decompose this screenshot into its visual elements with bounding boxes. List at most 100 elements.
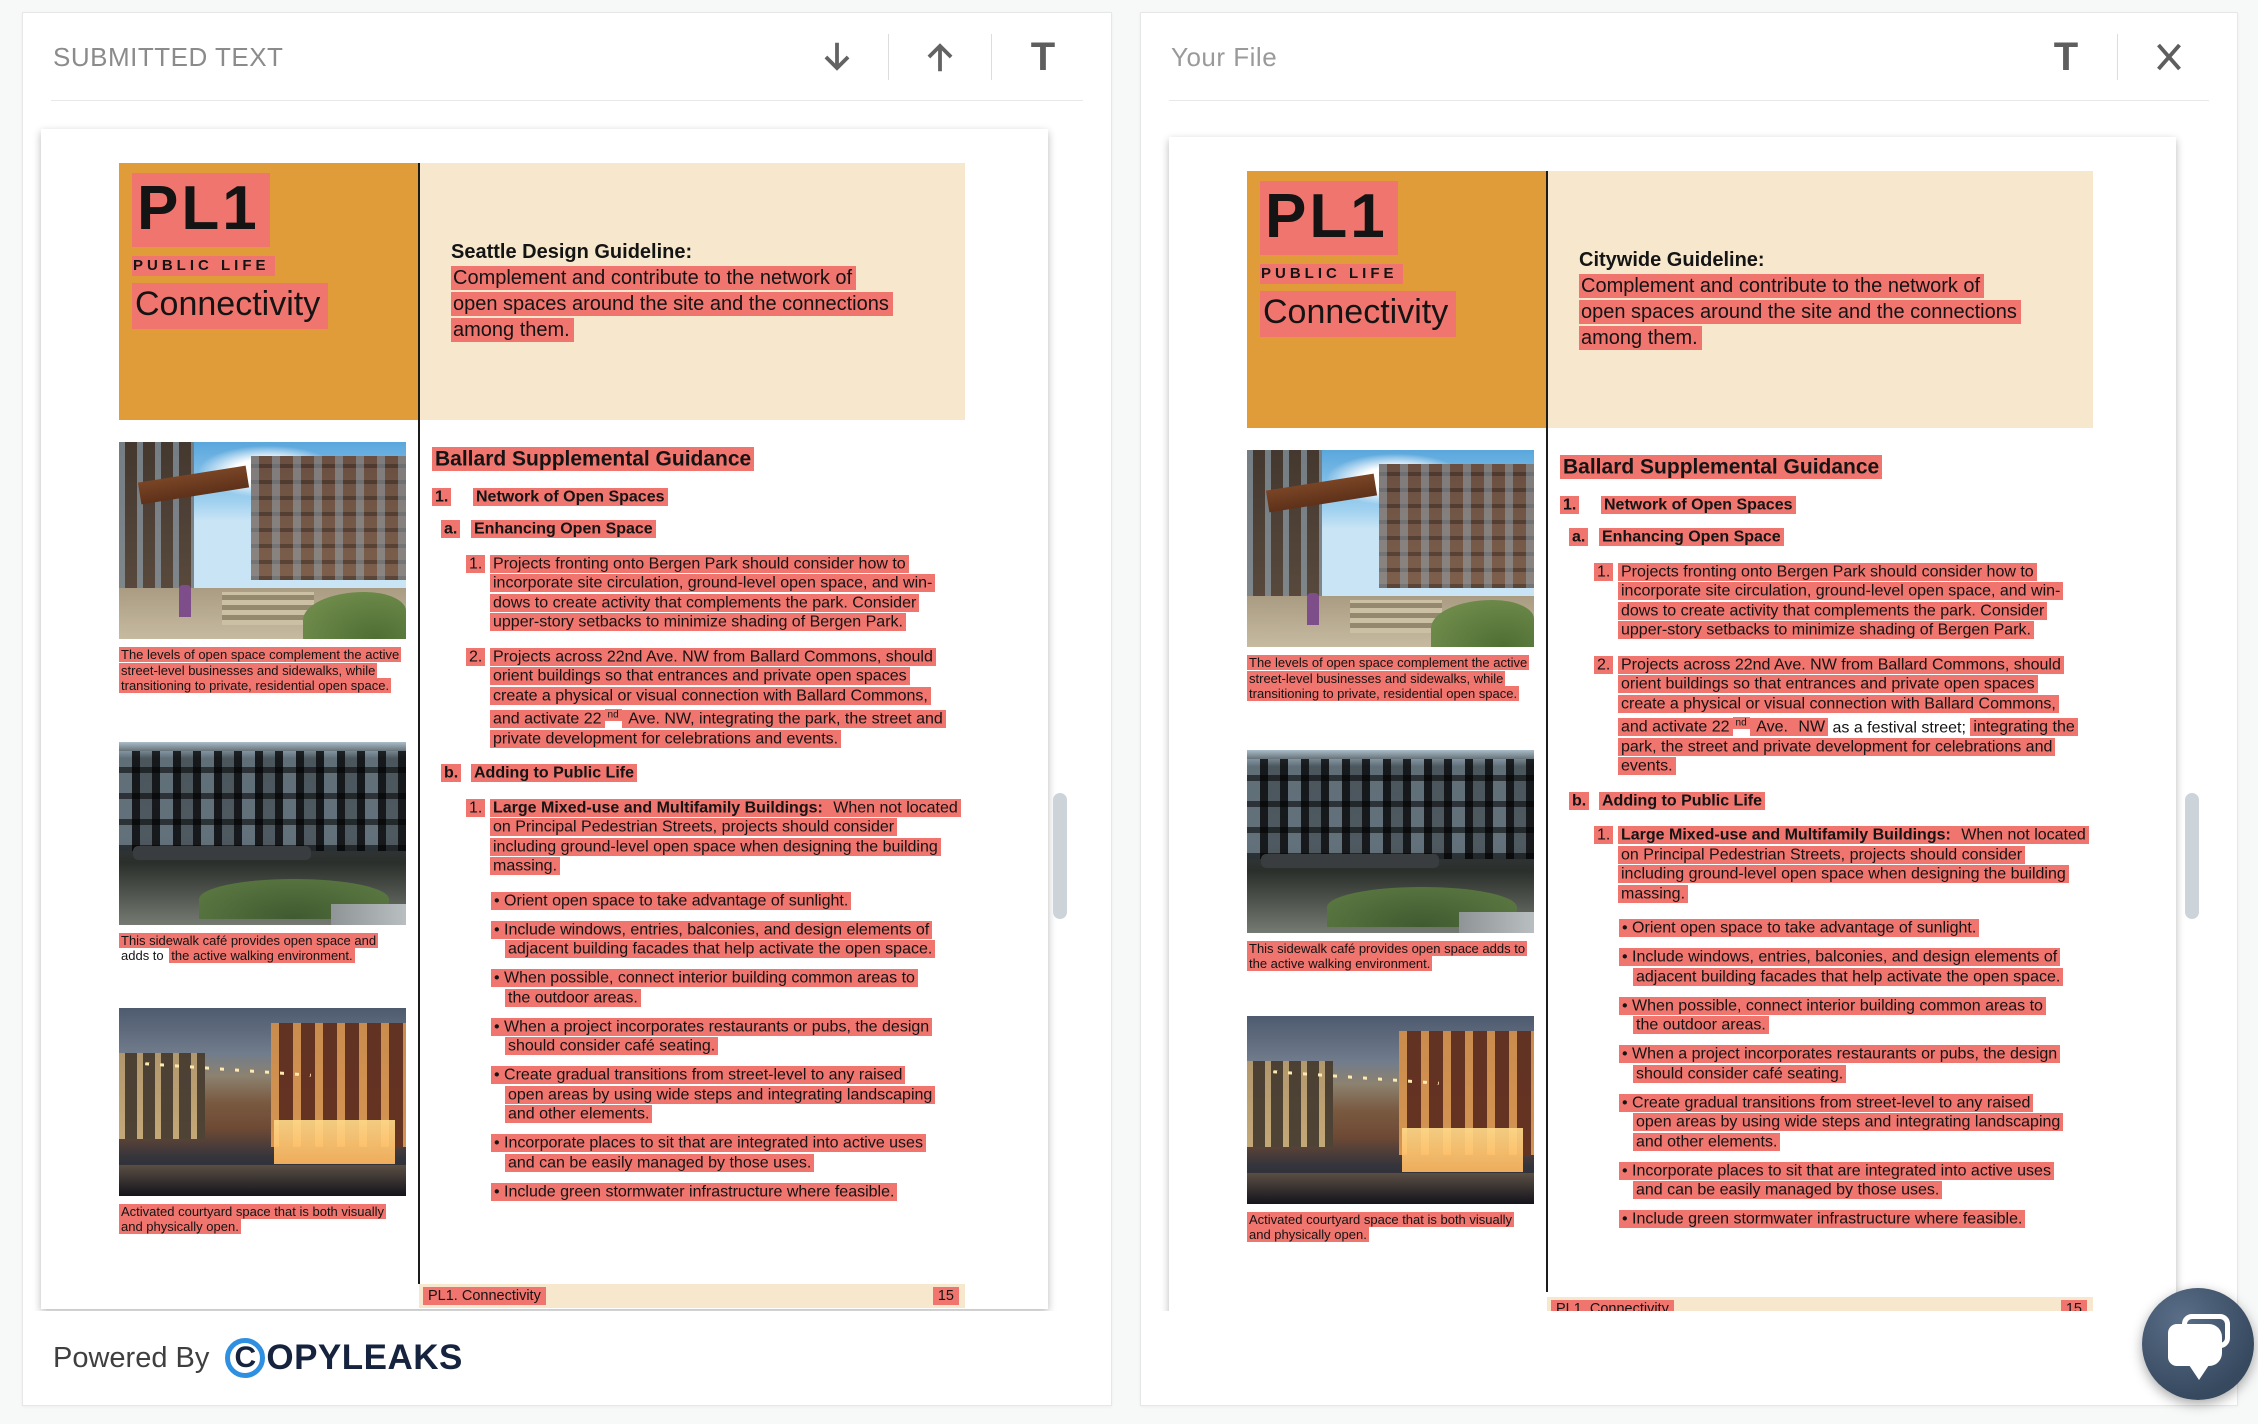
guidance-text-column: Ballard Supplemental Guidance1.Network o… (432, 442, 978, 1235)
text-options-icon[interactable]: T (2046, 33, 2086, 81)
page-footer: PL1. Connectivity 15 (419, 1284, 965, 1308)
column-divider-line (418, 163, 420, 1284)
toolbar-divider (991, 34, 992, 80)
submitted-text-panel: SUBMITTED TEXT T PL1 PUBLIC LIFE Connect… (22, 12, 1112, 1406)
pl1-logo-block: PL1 PUBLIC LIFE Connectivity (1247, 171, 1547, 428)
guideline-line: open spaces around the site and the conn… (451, 291, 965, 317)
scrollbar-thumb[interactable] (2185, 793, 2199, 919)
doc-row: b.Adding to Public Life (1569, 791, 2106, 811)
logo-code: PL1 (1260, 181, 1398, 255)
doc-bullet: • When possible, connect interior buildi… (1619, 996, 2106, 1035)
doc-bullet: • Orient open space to take advantage of… (491, 891, 978, 911)
guidance-text-column: Ballard Supplemental Guidance 1.Network o… (1560, 450, 2106, 1243)
logo-name: Connectivity (132, 283, 328, 329)
doc-row: 1.Network of Open Spaces (432, 487, 978, 507)
doc-bullet: • When a project incorporates restaurant… (1619, 1045, 2106, 1084)
photo-evening-courtyard-placeholder (119, 1008, 406, 1196)
logo-code: PL1 (132, 173, 270, 247)
doc-bullet: • When a project incorporates restaurant… (491, 1017, 978, 1056)
panel-title: SUBMITTED TEXT (53, 42, 283, 73)
document-header: PL1 PUBLIC LIFE Connectivity Seattle Des… (119, 163, 1048, 420)
figure: Activated courtyard space that is both v… (1247, 1016, 1534, 1243)
document-viewport: PL1 PUBLIC LIFE Connectivity Seattle Des… (23, 101, 1111, 1311)
your-file-panel: Your File T PL1 PUBLIC LIFE Connectivity… (1140, 12, 2238, 1406)
doc-item: 1.Projects fronting onto Bergen Park sho… (1560, 562, 2106, 640)
photo-courtyard-stairs-placeholder (119, 442, 406, 639)
figure-column: The levels of open space complement the … (1247, 450, 1534, 1243)
photo-sidewalk-cafe-placeholder (1247, 750, 1534, 933)
document-body: The levels of open space complement the … (119, 442, 1048, 1235)
figure-caption: Activated courtyard space that is both v… (119, 1204, 406, 1235)
guideline-line: among them. (451, 317, 965, 343)
pl1-logo-block: PL1 PUBLIC LIFE Connectivity (119, 163, 419, 420)
guideline-line: Complement and contribute to the network… (1579, 273, 2093, 299)
powered-by-bar: Powered By C OPYLEAKS (23, 1311, 1111, 1405)
doc-bullet: • When possible, connect interior buildi… (491, 969, 978, 1008)
doc-row: a.Enhancing Open Space (441, 520, 978, 540)
figure: Activated courtyard space that is both v… (119, 1008, 406, 1235)
logo-category: PUBLIC LIFE (1260, 264, 1403, 284)
doc-bullet: • Include green stormwater infrastructur… (1619, 1210, 2106, 1230)
copyleaks-ring-icon: C (225, 1338, 265, 1378)
doc-bullet: • Include windows, entries, balconies, a… (1619, 948, 2106, 987)
panel-header: SUBMITTED TEXT T (23, 13, 1111, 101)
doc-bullet: • Create gradual transitions from street… (491, 1066, 978, 1125)
panel-toolbar: T (2046, 33, 2189, 81)
doc-bullet: • Orient open space to take advantage of… (1619, 919, 2106, 939)
figure: This sidewalk café provides open space a… (119, 742, 406, 964)
figure-caption: The levels of open space complement the … (119, 647, 406, 694)
powered-by-label: Powered By (53, 1342, 209, 1375)
doc-heading: Ballard Supplemental Guidance (1560, 454, 2106, 479)
guideline-line: Complement and contribute to the network… (451, 265, 965, 291)
panel-title: Your File (1171, 42, 1277, 73)
doc-bullet: • Incorporate places to sit that are int… (1619, 1161, 2106, 1200)
logo-name: Connectivity (1260, 291, 1456, 337)
document-page: PL1 PUBLIC LIFE Connectivity Seattle Des… (41, 129, 1048, 1309)
column-divider-line (1546, 171, 1548, 1292)
document-viewport: PL1 PUBLIC LIFE Connectivity Citywide Gu… (1141, 101, 2237, 1311)
guideline-title: Seattle Design Guideline: (451, 239, 965, 265)
doc-bullet: • Include windows, entries, balconies, a… (491, 920, 978, 959)
logo-category: PUBLIC LIFE (132, 256, 275, 276)
copyleaks-logo[interactable]: C OPYLEAKS (225, 1338, 463, 1378)
footer-label: PL1. Connectivity (1551, 1300, 1674, 1311)
figure-caption: This sidewalk café provides open space a… (1247, 941, 1534, 972)
toolbar-divider (2117, 34, 2118, 80)
doc-item: 2.Projects across 22nd Ave. NW from Ball… (1560, 655, 2106, 776)
doc-item: 1.Large Mixed-use and Multifamily Buildi… (1560, 826, 2106, 904)
toolbar-divider (888, 34, 889, 80)
doc-row: a.Enhancing Open Space (1569, 528, 2106, 548)
photo-courtyard-stairs-placeholder (1247, 450, 1534, 647)
figure: The levels of open space complement the … (119, 442, 406, 694)
photo-sidewalk-cafe-placeholder (119, 742, 406, 925)
guideline-line: among them. (1579, 325, 2093, 351)
figure-caption: This sidewalk café provides open space a… (119, 933, 406, 964)
guideline-box: Citywide Guideline: Complement and contr… (1547, 171, 2093, 428)
figure: The levels of open space complement the … (1247, 450, 1534, 702)
footer-page-number: 15 (933, 1287, 959, 1305)
document-page: PL1 PUBLIC LIFE Connectivity Citywide Gu… (1169, 137, 2176, 1311)
close-icon[interactable] (2149, 33, 2189, 81)
panel-toolbar: T (817, 33, 1063, 81)
document-body: The levels of open space complement the … (1247, 450, 2176, 1243)
doc-bullet: • Create gradual transitions from street… (1619, 1093, 2106, 1152)
footer-label: PL1. Connectivity (423, 1287, 546, 1305)
figure-column: The levels of open space complement the … (119, 442, 406, 1235)
figure-caption: The levels of open space complement the … (1247, 655, 1534, 702)
panel-header: Your File T (1141, 13, 2237, 101)
doc-row: 1.Network of Open Spaces (1560, 495, 2106, 515)
doc-bullet: • Include green stormwater infrastructur… (491, 1182, 978, 1202)
arrow-up-icon[interactable] (920, 33, 960, 81)
figure-caption: Activated courtyard space that is both v… (1247, 1212, 1534, 1243)
chat-launcher-button[interactable] (2142, 1288, 2254, 1400)
scrollbar-thumb[interactable] (1053, 793, 1067, 919)
doc-item: 1.Projects fronting onto Bergen Park sho… (432, 554, 978, 632)
figure: This sidewalk café provides open space a… (1247, 750, 1534, 972)
footer-page-number: 15 (2061, 1300, 2087, 1311)
doc-item: 2.Projects across 22nd Ave. NW from Ball… (432, 647, 978, 749)
doc-item: 1.Large Mixed-use and Multifamily Buildi… (432, 798, 978, 876)
arrow-down-icon[interactable] (817, 33, 857, 81)
page-footer: PL1. Connectivity 15 (1547, 1297, 2093, 1311)
doc-bullet: • Incorporate places to sit that are int… (491, 1134, 978, 1173)
text-options-icon[interactable]: T (1023, 33, 1063, 81)
